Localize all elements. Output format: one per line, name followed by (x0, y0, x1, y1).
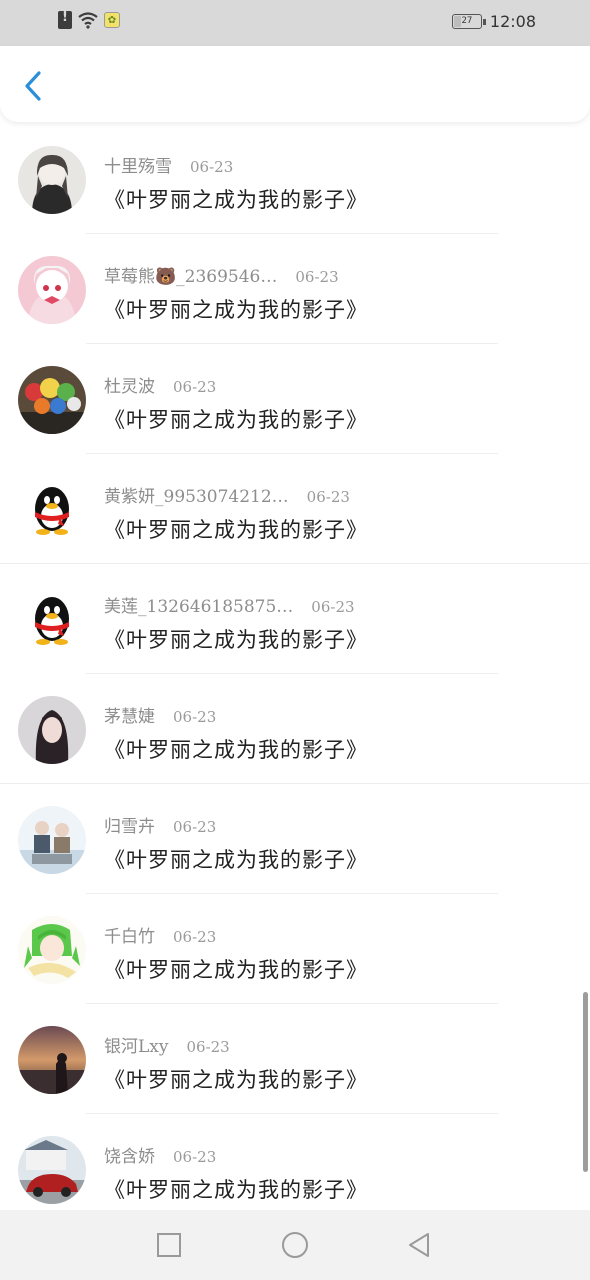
avatar[interactable] (18, 366, 86, 434)
status-bar: ✿ 27 12:08 (0, 0, 590, 46)
sender-name: 千白竹 (104, 927, 155, 947)
message-text: 《叶罗丽之成为我的影子》 (104, 1178, 368, 1202)
sender-name: 饶含娇 (104, 1147, 155, 1167)
scrollbar[interactable] (583, 992, 588, 1172)
message-text: 《叶罗丽之成为我的影子》 (104, 738, 368, 762)
avatar[interactable] (18, 1136, 86, 1204)
app-notification-icon: ✿ (104, 12, 120, 28)
list-item[interactable]: 千白竹 06-23 《叶罗丽之成为我的影子》 (0, 894, 590, 1004)
list-item[interactable]: 银河Lxy 06-23 《叶罗丽之成为我的影子》 (0, 1004, 590, 1114)
sender-name: 归雪卉 (104, 817, 155, 837)
message-date: 06-23 (306, 488, 350, 506)
avatar[interactable] (18, 1026, 86, 1094)
message-date: 06-23 (186, 1038, 230, 1056)
home-circle-icon[interactable] (280, 1230, 310, 1260)
list-item[interactable]: 归雪卉 06-23 《叶罗丽之成为我的影子》 (0, 784, 590, 894)
header (0, 46, 590, 122)
status-icons-left: ✿ (58, 10, 120, 29)
message-date: 06-23 (173, 708, 217, 726)
message-text: 《叶罗丽之成为我的影子》 (104, 1068, 368, 1092)
sender-name: 美莲_132646185875… (104, 597, 294, 617)
list-item[interactable]: 黄紫妍_9953074212… 06-23 《叶罗丽之成为我的影子》 (0, 454, 590, 564)
list-item[interactable]: 草莓熊🐻_2369546… 06-23 《叶罗丽之成为我的影子》 (0, 234, 590, 344)
message-text: 《叶罗丽之成为我的影子》 (104, 408, 368, 432)
sender-line: 杜灵波 06-23 (104, 372, 216, 397)
message-date: 06-23 (311, 598, 355, 616)
sender-name: 黄紫妍_9953074212… (104, 487, 289, 507)
system-nav-bar (0, 1210, 590, 1280)
sender-line: 草莓熊🐻_2369546… 06-23 (104, 262, 339, 287)
list-item[interactable]: 茅慧婕 06-23 《叶罗丽之成为我的影子》 (0, 674, 590, 784)
back-triangle-icon[interactable] (404, 1230, 434, 1260)
battery-icon: 27 (451, 14, 486, 29)
message-date: 06-23 (190, 158, 234, 176)
sender-name: 杜灵波 (104, 377, 155, 397)
avatar[interactable] (18, 806, 86, 874)
status-time: 12:08 (489, 12, 536, 31)
message-text: 《叶罗丽之成为我的影子》 (104, 628, 368, 652)
message-list[interactable]: 十里殇雪 06-23 《叶罗丽之成为我的影子》 草莓熊🐻_2369546… 06… (0, 124, 590, 1210)
sender-name: 茅慧婕 (104, 707, 155, 727)
alert-icon (58, 10, 72, 29)
sender-line: 银河Lxy 06-23 (104, 1032, 230, 1057)
message-text: 《叶罗丽之成为我的影子》 (104, 298, 368, 322)
message-date: 06-23 (173, 818, 217, 836)
message-text: 《叶罗丽之成为我的影子》 (104, 958, 368, 982)
recent-apps-square-icon[interactable] (154, 1230, 184, 1260)
status-icons-right: 27 12:08 (451, 12, 536, 31)
message-text: 《叶罗丽之成为我的影子》 (104, 848, 368, 872)
avatar[interactable] (18, 916, 86, 984)
avatar[interactable] (18, 696, 86, 764)
list-item[interactable]: 杜灵波 06-23 《叶罗丽之成为我的影子》 (0, 344, 590, 454)
sender-line: 美莲_132646185875… 06-23 (104, 592, 355, 617)
list-item[interactable]: 十里殇雪 06-23 《叶罗丽之成为我的影子》 (0, 124, 590, 234)
wifi-icon (78, 12, 98, 29)
avatar[interactable] (18, 256, 86, 324)
sender-line: 十里殇雪 06-23 (104, 152, 233, 177)
avatar[interactable] (18, 476, 86, 544)
message-date: 06-23 (173, 1148, 217, 1166)
sender-line: 饶含娇 06-23 (104, 1142, 216, 1167)
message-date: 06-23 (173, 928, 217, 946)
chevron-left-icon[interactable] (18, 68, 50, 104)
sender-name: 草莓熊🐻_2369546… (104, 267, 278, 287)
avatar[interactable] (18, 146, 86, 214)
list-item[interactable]: 美莲_132646185875… 06-23 《叶罗丽之成为我的影子》 (0, 564, 590, 674)
message-date: 06-23 (295, 268, 339, 286)
sender-name: 银河Lxy (104, 1037, 169, 1057)
battery-level: 27 (461, 16, 473, 26)
avatar[interactable] (18, 586, 86, 654)
message-date: 06-23 (173, 378, 217, 396)
message-text: 《叶罗丽之成为我的影子》 (104, 188, 368, 212)
sender-line: 黄紫妍_9953074212… 06-23 (104, 482, 350, 507)
sender-name: 十里殇雪 (104, 157, 172, 177)
message-text: 《叶罗丽之成为我的影子》 (104, 518, 368, 542)
list-item[interactable]: 饶含娇 06-23 《叶罗丽之成为我的影子》 (0, 1114, 590, 1210)
sender-line: 归雪卉 06-23 (104, 812, 216, 837)
sender-line: 茅慧婕 06-23 (104, 702, 216, 727)
sender-line: 千白竹 06-23 (104, 922, 216, 947)
